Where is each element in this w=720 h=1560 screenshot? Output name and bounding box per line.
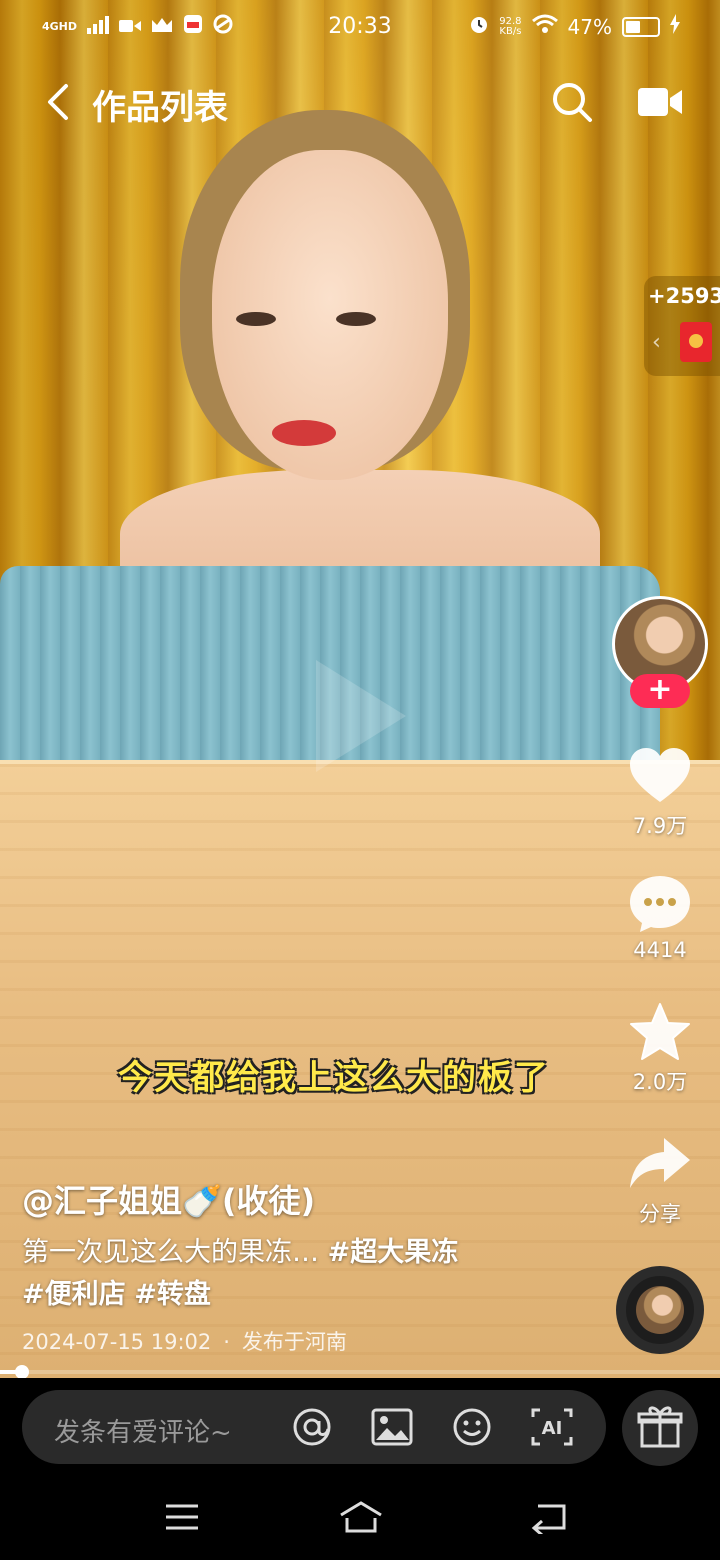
meta-separator: · <box>223 1330 230 1354</box>
hashtag-link[interactable]: #转盘 <box>134 1279 211 1310</box>
gift-icon <box>637 1406 683 1448</box>
comment-count: 4414 <box>633 938 687 962</box>
red-packet-widget[interactable]: +2593 ‹ <box>644 276 720 376</box>
battery-icon <box>622 16 660 37</box>
comment-placeholder: 发条有爱评论~ <box>54 1418 232 1448</box>
video-progress-bar[interactable] <box>0 1365 720 1379</box>
back-icon[interactable] <box>40 82 76 122</box>
wifi-icon <box>531 14 558 39</box>
comment-button[interactable]: 4414 <box>620 874 700 962</box>
like-button[interactable]: 7.9万 <box>620 746 700 840</box>
image-icon[interactable] <box>370 1407 414 1447</box>
system-navigation-bar <box>0 1478 720 1560</box>
post-location: 发布于河南 <box>241 1330 347 1354</box>
emoji-icon[interactable] <box>450 1407 494 1447</box>
red-packet-count: +2593 <box>648 284 720 308</box>
comment-icon <box>630 876 690 932</box>
network-speed: 92.8 KB/s <box>499 16 522 37</box>
svg-text:AI: AI <box>542 1418 563 1439</box>
back-nav-icon[interactable] <box>530 1500 570 1537</box>
hashtag-link[interactable]: #便利店 <box>22 1279 126 1310</box>
ai-icon[interactable]: AI <box>530 1407 574 1447</box>
star-icon <box>630 1003 690 1060</box>
presenter-eye <box>336 312 376 326</box>
charging-icon <box>670 14 680 39</box>
post-date: 2024-07-15 19:02 <box>22 1330 212 1354</box>
play-icon <box>316 660 406 772</box>
progress-knob[interactable] <box>14 1365 29 1379</box>
favorite-button[interactable]: 2.0万 <box>620 1002 700 1096</box>
music-disc-icon[interactable] <box>616 1266 704 1354</box>
like-count: 7.9万 <box>632 814 688 838</box>
search-icon[interactable] <box>550 80 594 124</box>
presenter-lips <box>272 420 336 446</box>
menu-icon[interactable] <box>162 1500 202 1534</box>
network-speed-unit: KB/s <box>499 25 522 37</box>
hashtag-link[interactable]: #超大果冻 <box>328 1237 459 1268</box>
author-name[interactable]: @汇子姐姐🍼(收徒) <box>22 1176 315 1222</box>
top-navigation: 作品列表 <box>0 70 720 134</box>
video-subtitle: 今天都给我上这么大的板了 <box>118 1058 550 1098</box>
comment-input[interactable]: 发条有爱评论~ AI <box>22 1390 606 1464</box>
video-description: 第一次见这么大的果冻… #超大果冻 #便利店 #转盘 <box>22 1232 582 1316</box>
home-icon[interactable] <box>338 1500 384 1534</box>
page-title: 作品列表 <box>92 88 228 128</box>
alarm-icon <box>469 14 489 39</box>
share-arrow-icon <box>630 1138 690 1188</box>
post-meta: 2024-07-15 19:02 · 发布于河南 <box>22 1326 347 1356</box>
mention-icon[interactable] <box>290 1407 334 1447</box>
description-text: 第一次见这么大的果冻… <box>22 1237 319 1268</box>
share-label: 分享 <box>639 1202 681 1226</box>
gift-button[interactable] <box>622 1390 698 1466</box>
follow-button[interactable]: + <box>630 674 690 708</box>
chevron-left-icon: ‹ <box>652 330 661 355</box>
presenter-eye <box>236 312 276 326</box>
status-bar: 4GHD 20:33 92.8 KB/s 47% <box>0 0 720 56</box>
video-player[interactable] <box>0 0 720 1378</box>
heart-icon <box>630 748 690 802</box>
video-camera-icon[interactable] <box>636 84 684 120</box>
red-envelope-icon <box>680 322 712 362</box>
battery-percent: 47% <box>567 14 612 39</box>
share-button[interactable]: 分享 <box>620 1134 700 1228</box>
comment-bar: 发条有爱评论~ AI <box>0 1378 720 1478</box>
favorite-count: 2.0万 <box>632 1070 688 1094</box>
